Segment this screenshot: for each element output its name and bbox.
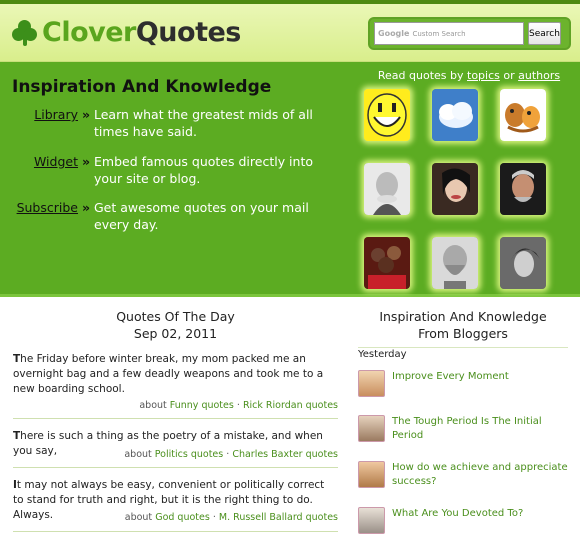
logo-text: CloverQuotes bbox=[42, 17, 241, 48]
separator-dot: · bbox=[236, 400, 240, 411]
search-button[interactable]: Search bbox=[528, 22, 561, 45]
google-logo: Google bbox=[378, 29, 410, 38]
main-content: Quotes Of The Day Sep 02, 2011 The Frida… bbox=[0, 297, 580, 542]
blog-post-link[interactable]: What Are You Devoted To? bbox=[392, 507, 570, 521]
young-man-thumbnail[interactable] bbox=[500, 237, 546, 289]
topic-link[interactable]: Funny quotes bbox=[170, 400, 234, 411]
topic-link[interactable]: Politics quotes bbox=[155, 449, 223, 460]
cartoon-animals-thumbnail[interactable] bbox=[500, 89, 546, 141]
divider bbox=[13, 467, 338, 468]
feature-library: Library » Learn what the greatest mids o… bbox=[0, 106, 345, 140]
about-label: about bbox=[124, 512, 153, 523]
quote-body: he Friday before winter break, my mom pa… bbox=[13, 353, 324, 395]
blog-post-item[interactable]: Improve Every Moment bbox=[358, 370, 570, 397]
author-link[interactable]: Charles Baxter quotes bbox=[232, 449, 338, 460]
about-label: about bbox=[139, 400, 167, 411]
feature-description: Learn what the greatest mids of all time… bbox=[94, 107, 313, 139]
site-logo[interactable]: CloverQuotes bbox=[12, 17, 241, 48]
browse-or: or bbox=[503, 69, 515, 82]
aristotle-bust-thumbnail[interactable] bbox=[432, 237, 478, 289]
quote-meta: about Funny quotes · Rick Riordan quotes bbox=[13, 400, 338, 411]
yesterday-label: Yesterday bbox=[358, 349, 407, 360]
sky-clouds-thumbnail[interactable] bbox=[432, 89, 478, 141]
clover-icon bbox=[12, 19, 38, 46]
site-header: CloverQuotes Google Custom Search Search bbox=[0, 4, 580, 62]
qotd-date: Sep 02, 2011 bbox=[133, 326, 218, 341]
feature-description: Embed famous quotes directly into your s… bbox=[94, 154, 314, 186]
blog-post-link[interactable]: How do we achieve and appreciate success… bbox=[392, 461, 570, 489]
blog-post-item[interactable]: How do we achieve and appreciate success… bbox=[358, 461, 570, 489]
hero-title: Inspiration And Knowledge bbox=[12, 77, 272, 97]
search-placeholder: Custom Search bbox=[412, 29, 466, 38]
quote-meta: about Politics quotes · Charles Baxter q… bbox=[13, 449, 338, 460]
author-avatar bbox=[358, 415, 385, 442]
author-link[interactable]: M. Russell Ballard quotes bbox=[219, 512, 338, 523]
browse-links: Read quotes by topics or authors bbox=[364, 69, 574, 82]
quote-text: The Friday before winter break, my mom p… bbox=[13, 352, 338, 397]
double-arrow-icon: » bbox=[81, 107, 91, 122]
separator-dot: · bbox=[226, 449, 230, 460]
double-arrow-icon: » bbox=[81, 200, 91, 215]
michael-jackson-thumbnail[interactable] bbox=[432, 163, 478, 215]
feature-subscribe: Subscribe » Get awesome quotes on your m… bbox=[0, 199, 345, 233]
qotd-title: Quotes Of The Day bbox=[116, 309, 235, 324]
authors-link[interactable]: authors bbox=[518, 69, 560, 82]
feature-description: Get awesome quotes on your mail every da… bbox=[94, 200, 309, 232]
divider bbox=[358, 347, 568, 348]
logo-text-part2: Quotes bbox=[135, 17, 242, 48]
subscribe-link[interactable]: Subscribe bbox=[0, 199, 78, 233]
smiley-face-thumbnail[interactable] bbox=[364, 89, 410, 141]
search-input[interactable]: Google Custom Search bbox=[374, 22, 524, 45]
bloggers-heading: Inspiration And Knowledge From Bloggers bbox=[358, 308, 568, 342]
quote-meta: about God quotes · M. Russell Ballard qu… bbox=[13, 512, 338, 523]
bloggers-title-line1: Inspiration And Knowledge bbox=[379, 309, 547, 324]
topic-link[interactable]: God quotes bbox=[155, 512, 210, 523]
hero-banner: Inspiration And Knowledge Library » Lear… bbox=[0, 62, 580, 297]
logo-text-part1: Clover bbox=[42, 17, 136, 48]
topics-link[interactable]: topics bbox=[467, 69, 500, 82]
feature-widget: Widget » Embed famous quotes directly in… bbox=[0, 153, 345, 187]
divider bbox=[13, 531, 338, 532]
author-avatar bbox=[358, 461, 385, 488]
george-carlin-thumbnail[interactable] bbox=[500, 163, 546, 215]
bloggers-title-line2: From Bloggers bbox=[418, 326, 508, 341]
basketball-players-thumbnail[interactable] bbox=[364, 237, 410, 289]
blog-post-link[interactable]: Improve Every Moment bbox=[392, 370, 570, 384]
about-label: about bbox=[124, 449, 152, 460]
quotes-of-the-day-heading: Quotes Of The Day Sep 02, 2011 bbox=[13, 308, 338, 342]
search-form: Google Custom Search Search bbox=[368, 17, 571, 50]
author-avatar bbox=[358, 507, 385, 534]
author-avatar bbox=[358, 370, 385, 397]
browse-prefix: Read quotes by bbox=[377, 69, 464, 82]
separator-dot: · bbox=[212, 512, 216, 523]
double-arrow-icon: » bbox=[81, 154, 91, 169]
shakespeare-thumbnail[interactable] bbox=[364, 163, 410, 215]
blog-post-item[interactable]: What Are You Devoted To? bbox=[358, 507, 570, 534]
library-link[interactable]: Library bbox=[0, 106, 78, 140]
widget-link[interactable]: Widget bbox=[0, 153, 78, 187]
blog-post-item[interactable]: The Tough Period Is The Initial Period bbox=[358, 415, 570, 443]
author-link[interactable]: Rick Riordan quotes bbox=[243, 400, 338, 411]
divider bbox=[13, 418, 338, 419]
blog-post-link[interactable]: The Tough Period Is The Initial Period bbox=[392, 415, 570, 443]
